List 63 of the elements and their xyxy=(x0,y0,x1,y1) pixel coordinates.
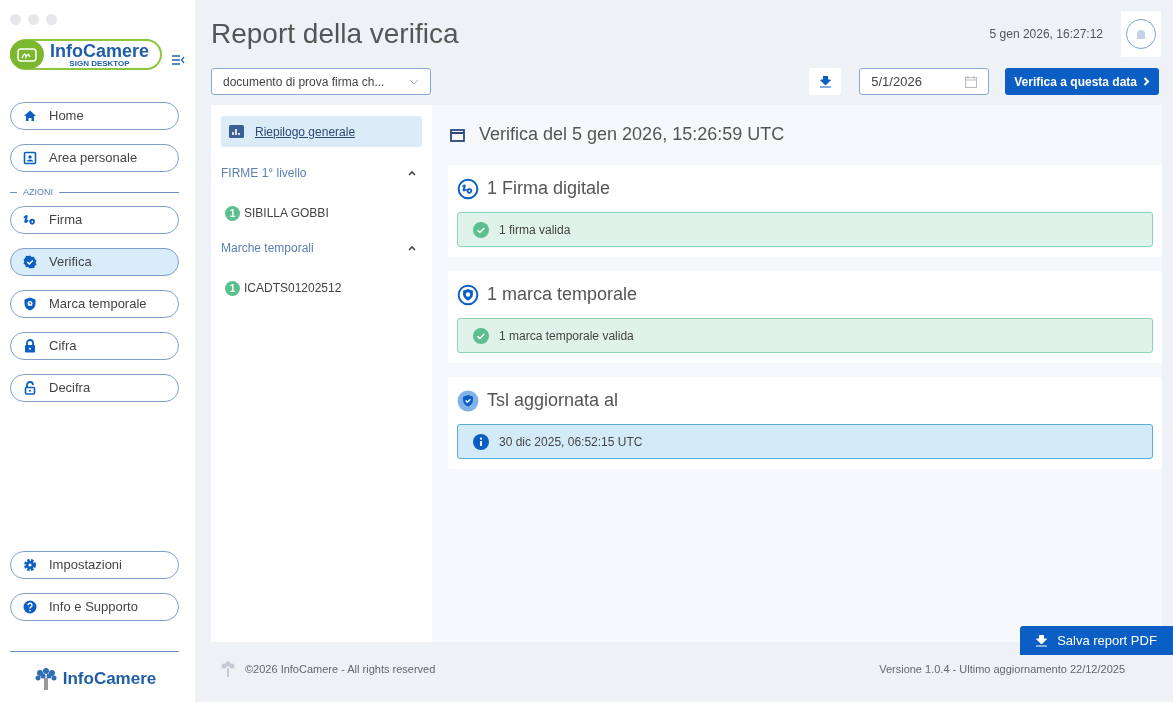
logo-title: InfoCamere xyxy=(50,41,150,60)
card-title: Tsl aggiornata al xyxy=(487,389,619,412)
count-badge: 1 xyxy=(225,205,240,221)
bell-icon xyxy=(1135,27,1147,41)
nav-item[interactable]: Firma xyxy=(10,205,179,234)
check-circle-icon xyxy=(473,327,489,344)
copyright-text: ©2026 InfoCamere - All rights reserved xyxy=(245,661,437,677)
info-message: 30 dic 2025, 06:52:15 UTC xyxy=(457,424,1153,459)
collapse-icon[interactable] xyxy=(408,245,416,251)
verification-heading: Verifica del 5 gen 2026, 15:26:59 UTC xyxy=(479,123,785,146)
chevron-down-icon xyxy=(409,78,419,85)
tree-logo-icon xyxy=(219,660,237,678)
home-icon xyxy=(23,109,37,123)
date-field[interactable]: 5/1/2026 xyxy=(859,68,990,95)
calendar-icon xyxy=(450,127,465,142)
save-pdf-button[interactable]: Salva report PDF xyxy=(1020,626,1173,655)
signature-icon xyxy=(23,212,37,227)
section-label: AZIONI xyxy=(23,186,53,199)
download-button[interactable] xyxy=(809,68,842,95)
nav-item[interactable]: Marca temporale xyxy=(10,289,179,318)
success-message: 1 firma valida xyxy=(457,212,1153,247)
shield-check-icon xyxy=(457,389,479,412)
shield-circle-icon xyxy=(457,283,479,306)
version-text: Versione 1.0.4 - Ultimo aggiornamento 22/12/2025 xyxy=(879,661,1125,677)
collapse-menu-icon[interactable] xyxy=(172,54,185,65)
nav-item[interactable]: Impostazioni xyxy=(10,551,179,579)
unlock-icon xyxy=(23,380,37,395)
nav-item[interactable]: Decifra xyxy=(10,373,179,402)
nav-item[interactable]: Verifica xyxy=(10,247,179,276)
tree-item[interactable]: ICADTS01202512 xyxy=(244,279,342,297)
download-icon xyxy=(819,75,831,88)
info-icon xyxy=(473,433,489,450)
nav-item[interactable]: Info e Supporto xyxy=(10,593,179,621)
success-message: 1 marca temporale valida xyxy=(457,318,1153,353)
tree-item[interactable]: SIBILLA GOBBI xyxy=(244,204,329,222)
group-header: Marche temporali xyxy=(221,240,314,257)
id-card-icon xyxy=(23,151,37,165)
signature-circle-icon xyxy=(457,177,479,200)
check-badge-icon xyxy=(23,254,37,269)
chevron-right-icon xyxy=(1143,77,1150,86)
nav-item[interactable]: Area personale xyxy=(10,144,179,172)
card-title: 1 Firma digitale xyxy=(487,177,611,200)
settings-icon xyxy=(23,558,37,572)
shield-clock-icon xyxy=(23,296,37,311)
document-select[interactable]: documento di prova firma ch... xyxy=(211,68,431,95)
logo-subtitle: SIGN DESKTOP xyxy=(69,59,130,68)
count-badge: 1 xyxy=(225,280,240,296)
check-circle-icon xyxy=(473,221,489,238)
download-icon xyxy=(1036,634,1048,647)
page-title: Report della verifica xyxy=(211,17,460,51)
bar-chart-icon xyxy=(229,125,244,138)
help-icon xyxy=(23,600,37,614)
summary-link[interactable]: Riepilogo generale xyxy=(221,116,422,147)
calendar-icon xyxy=(965,75,978,88)
current-datetime: 5 gen 2026, 16:27:12 xyxy=(989,26,1103,43)
group-header: FIRME 1° livello xyxy=(221,165,307,182)
nav-item[interactable]: Home xyxy=(10,102,179,130)
verify-at-date-button[interactable]: Verifica a questa data xyxy=(1005,68,1159,95)
card-title: 1 marca temporale xyxy=(487,283,638,306)
collapse-icon[interactable] xyxy=(408,170,416,176)
lock-icon xyxy=(23,338,37,353)
nav-item[interactable]: Cifra xyxy=(10,331,179,360)
brand-name: InfoCamere xyxy=(62,668,157,691)
